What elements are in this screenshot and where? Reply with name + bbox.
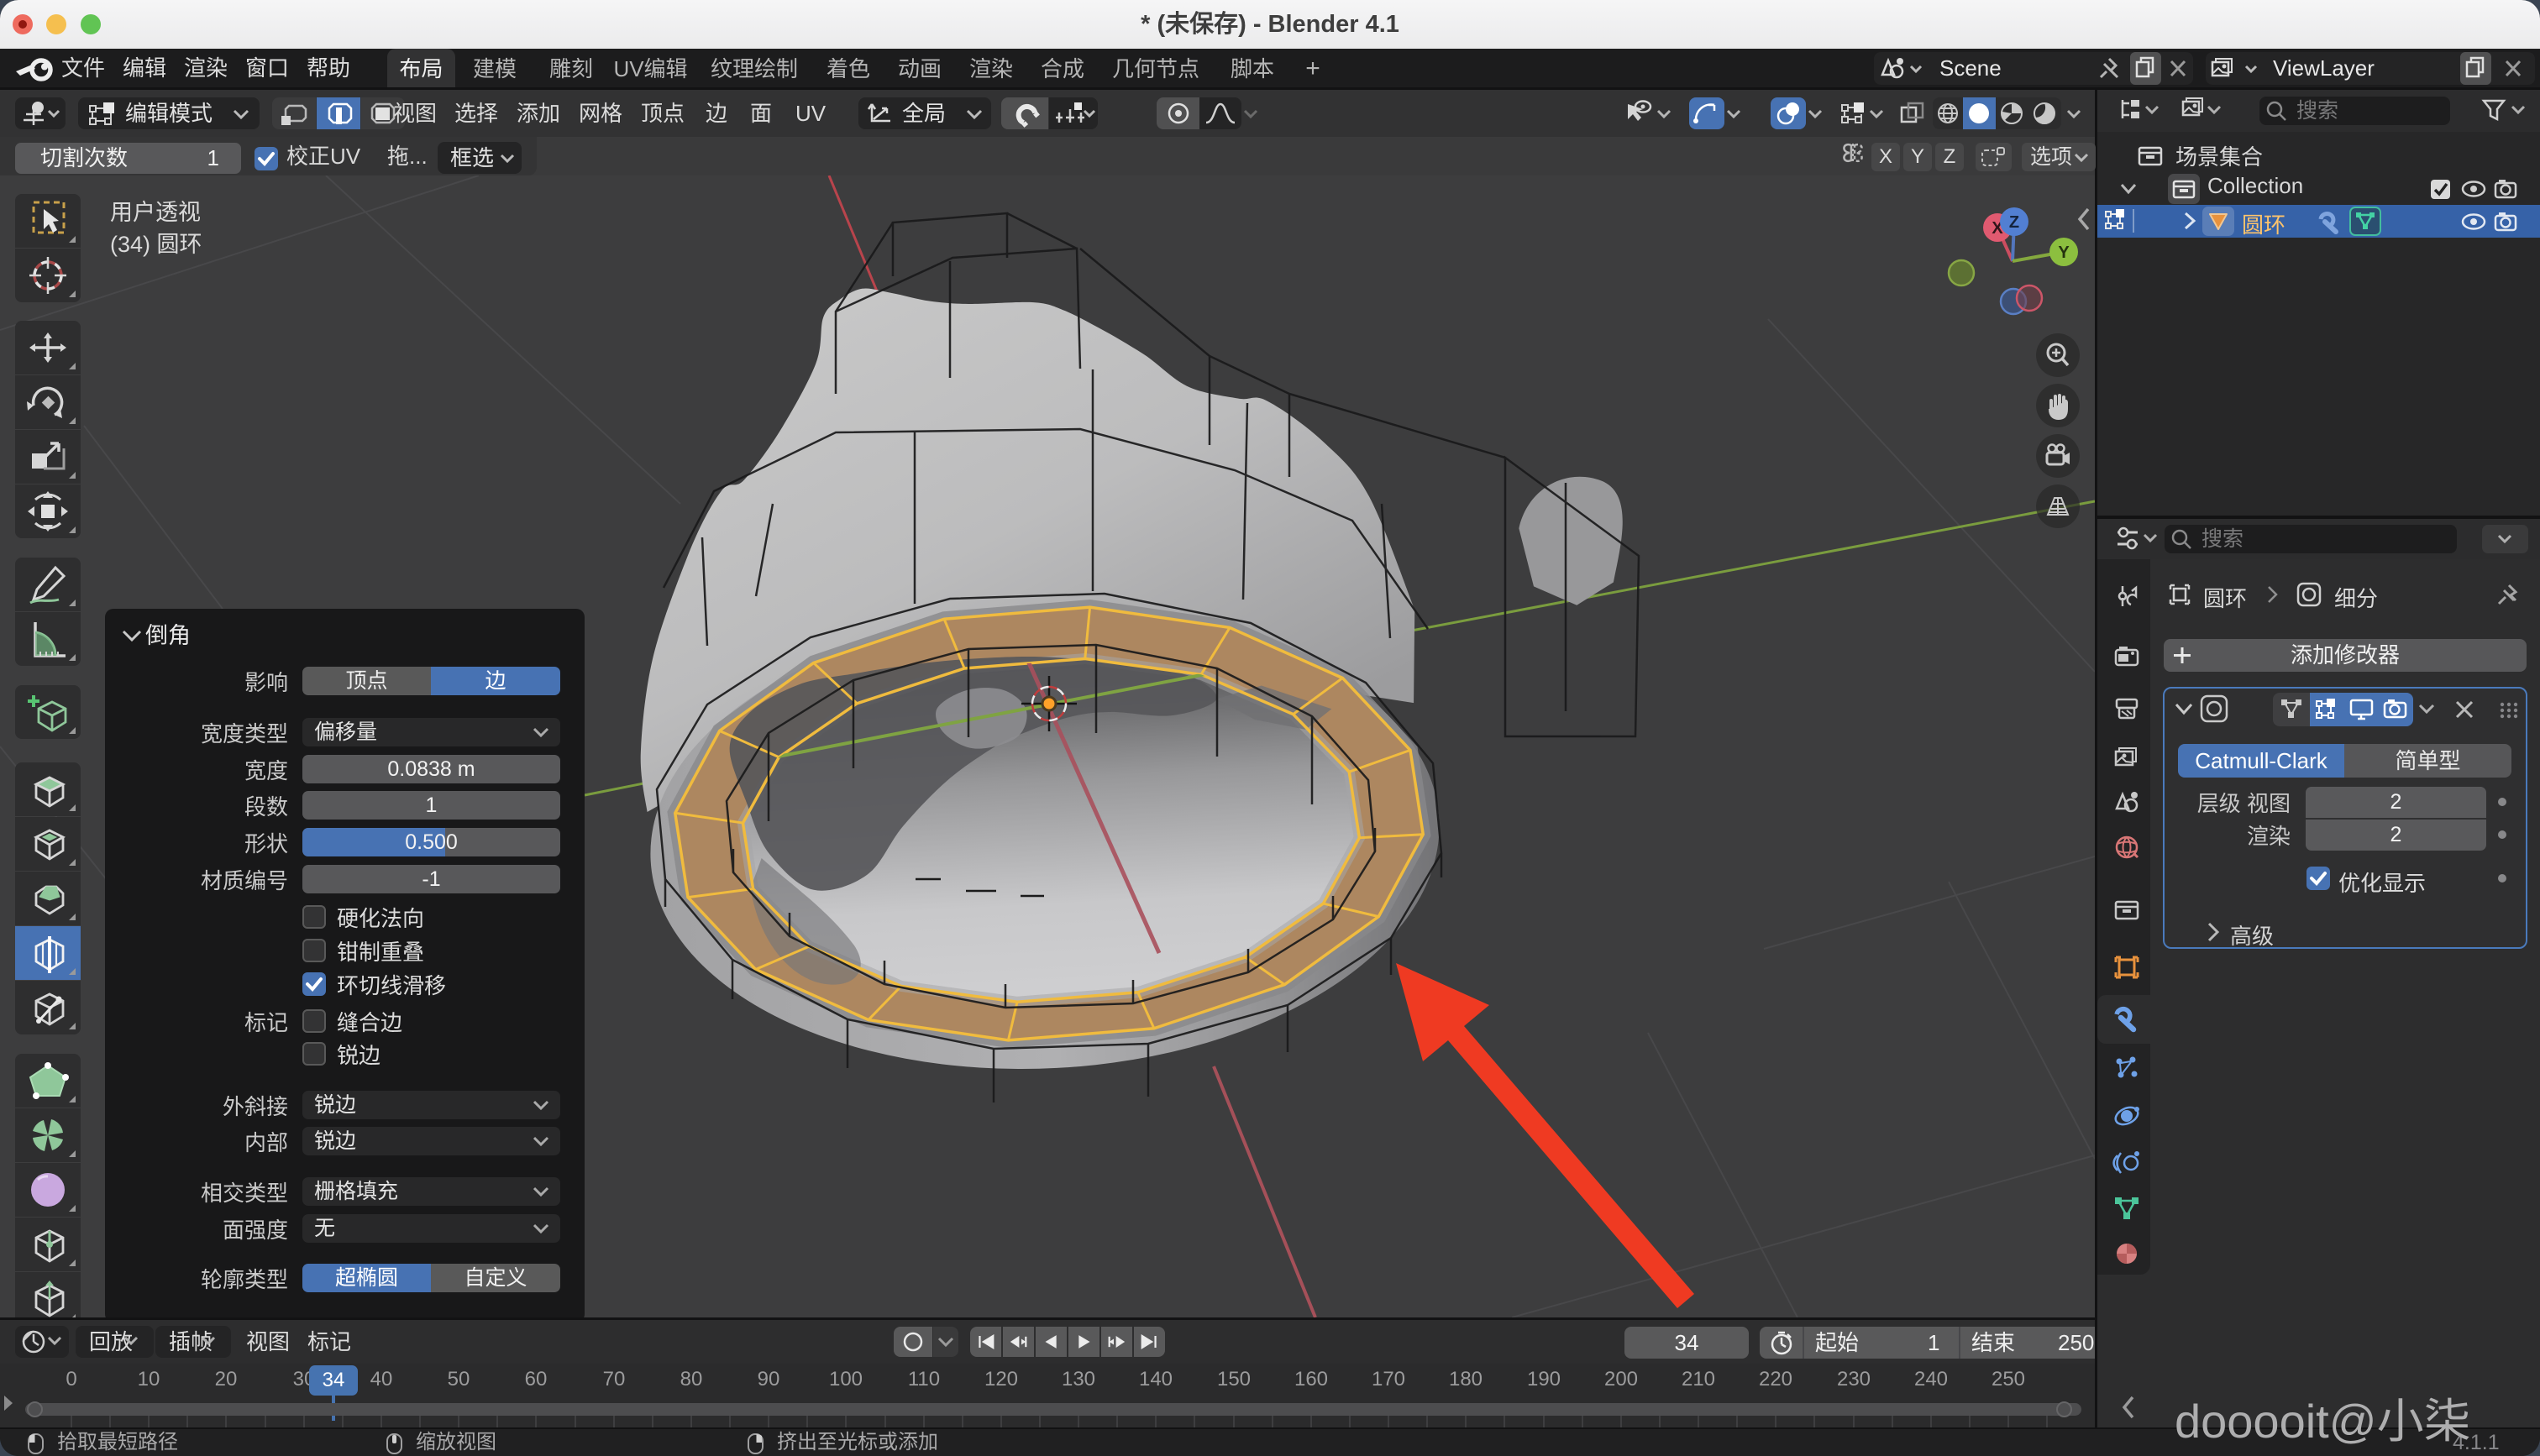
svg-text:Y: Y [2058,244,2070,262]
svg-text:Z: Z [2009,213,2019,232]
